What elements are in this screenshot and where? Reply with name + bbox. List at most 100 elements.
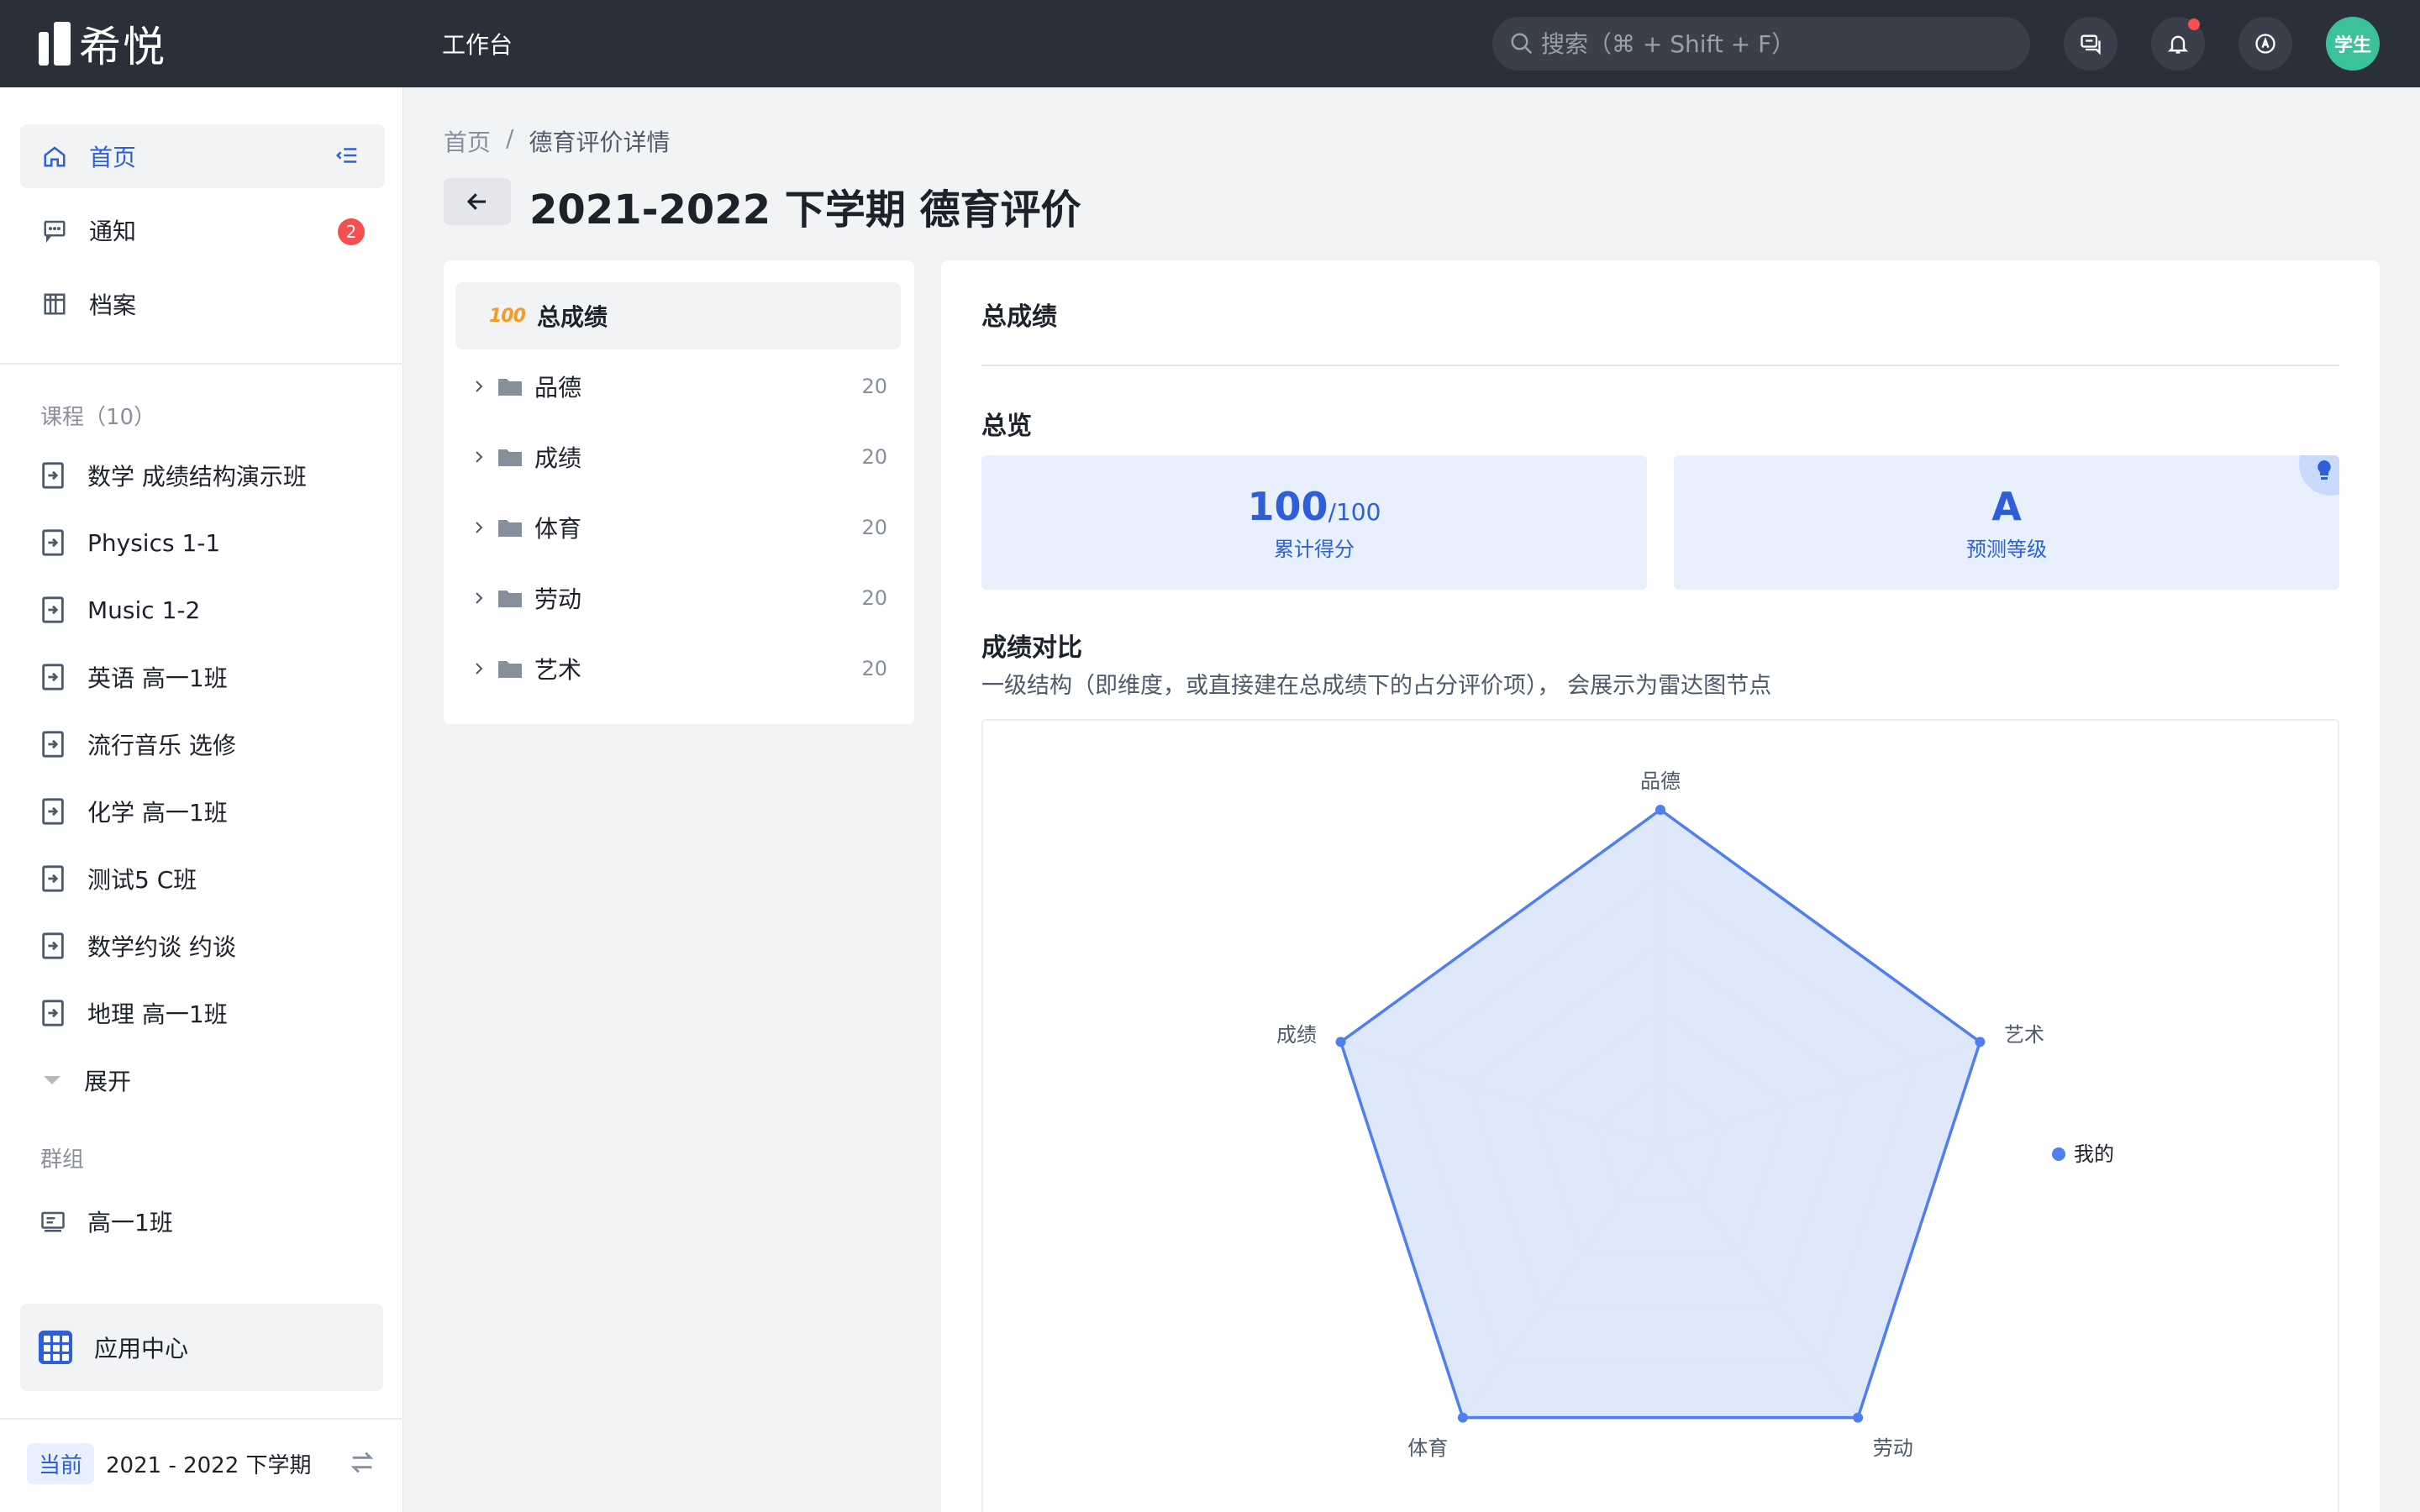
expand-courses-button[interactable]: 展开 [44, 1060, 131, 1100]
legend-label[interactable]: 我的 [2074, 1142, 2114, 1166]
radar-chart-container: 品德 艺术 劳动 体育 成绩 我的 [981, 719, 2339, 1512]
content-panel: 总成绩 总览 100/100 累计得分 A 预测等级 成绩对比 一级结构（即维度… [941, 260, 2380, 1512]
app-store-button[interactable] [2238, 17, 2292, 71]
tree-item-label: 劳动 [534, 585, 582, 613]
chevron-right-icon[interactable] [469, 659, 489, 679]
courses-section-title: 课程（10） [40, 405, 156, 430]
tree-item-count: 20 [861, 516, 887, 539]
group-item[interactable]: 高一1班 [40, 1196, 173, 1247]
score-value: 100 [1247, 484, 1328, 529]
notice-count-badge: 2 [338, 218, 365, 245]
course-item[interactable]: Physics 1-1 [40, 517, 220, 568]
tree-item[interactable]: 体育 20 [455, 494, 901, 561]
radar-indicator-label: 体育 [1407, 1436, 1448, 1460]
course-item[interactable]: 地理 高一1班 [40, 988, 228, 1038]
radar-data-point[interactable] [1655, 805, 1665, 815]
course-item[interactable]: 测试5 C班 [40, 853, 197, 904]
radar-data-point[interactable] [1457, 1412, 1468, 1423]
course-name: 数学约谈 约谈 [87, 933, 236, 961]
chat-button[interactable] [2064, 17, 2118, 71]
course-name: 流行音乐 选修 [87, 732, 236, 759]
app-center-button[interactable]: 应用中心 [20, 1304, 383, 1391]
tree-item-label: 成绩 [534, 444, 582, 472]
collapse-sidebar-icon[interactable] [334, 143, 360, 174]
sidebar-item-label: 首页 [89, 144, 137, 171]
grade-label: 预测等级 [1966, 538, 2047, 561]
app-center-label: 应用中心 [94, 1335, 189, 1362]
brand-name: 希悦 [79, 23, 166, 71]
sidebar-item-notice[interactable]: 通知 2 [20, 198, 385, 262]
tree-item-label: 体育 [534, 515, 582, 543]
course-book-icon [42, 798, 64, 825]
bell-icon [2167, 35, 2189, 54]
breadcrumb: 首页 / 德育评价详情 [444, 124, 670, 158]
course-book-icon [42, 596, 64, 623]
course-item[interactable]: 数学约谈 约谈 [40, 921, 236, 971]
top-bar: 希悦 工作台 学生 [0, 0, 2420, 87]
course-book-icon [42, 731, 64, 758]
course-name: 化学 高一1班 [87, 799, 228, 827]
lightbulb-icon [2317, 460, 2331, 480]
course-book-icon [42, 932, 64, 959]
course-book-icon [42, 462, 64, 489]
brand-logo[interactable]: 希悦 [39, 20, 166, 71]
app-grid-icon [39, 1331, 72, 1364]
chat-icon [2081, 34, 2101, 55]
nav-workbench[interactable]: 工作台 [442, 27, 513, 60]
sidebar-item-home[interactable]: 首页 [20, 124, 385, 188]
back-button[interactable] [444, 178, 511, 225]
folder-icon [498, 520, 522, 537]
tree-item[interactable]: 劳动 20 [455, 564, 901, 632]
tree-item-label: 艺术 [534, 656, 582, 684]
groups-section-title: 群组 [40, 1147, 85, 1173]
notification-dot [2188, 18, 2200, 30]
course-item[interactable]: Music 1-2 [40, 585, 200, 635]
tree-item-label: 总成绩 [536, 303, 608, 331]
folder-icon [498, 449, 522, 466]
folder-icon [498, 379, 522, 396]
folder-icon [498, 591, 522, 607]
expand-label: 展开 [84, 1068, 132, 1095]
search-input[interactable] [1541, 29, 2012, 58]
breadcrumb-home[interactable]: 首页 [444, 124, 491, 158]
content-header: 总成绩 [981, 302, 1057, 332]
course-item[interactable]: 数学 成绩结构演示班 [40, 450, 307, 501]
radar-indicator-label: 艺术 [2004, 1023, 2044, 1047]
header-divider [981, 365, 2339, 366]
chevron-right-icon[interactable] [469, 376, 489, 396]
hundred-points-icon: 100 [489, 305, 526, 327]
chevron-right-icon[interactable] [469, 517, 489, 538]
sidebar-item-label: 档案 [89, 291, 137, 319]
radar-chart: 品德艺术劳动 体育 成绩我的 [1276, 769, 2114, 1460]
caret-down-icon [44, 1076, 60, 1084]
course-item[interactable]: 化学 高一1班 [40, 786, 228, 837]
course-name: 测试5 C班 [87, 866, 197, 894]
course-name: 地理 高一1班 [87, 1000, 228, 1028]
legend-marker[interactable] [2052, 1147, 2065, 1161]
switch-term-icon[interactable] [348, 1448, 376, 1480]
current-term: 当前 2021 - 2022 下学期 [27, 1443, 312, 1484]
course-book-icon [42, 1000, 64, 1026]
global-search[interactable] [1492, 17, 2030, 71]
tree-item[interactable]: 品德 20 [455, 353, 901, 420]
chevron-right-icon[interactable] [469, 588, 489, 608]
avatar[interactable]: 学生 [2326, 17, 2380, 71]
tree-item[interactable]: 艺术 20 [455, 635, 901, 702]
tree-item-total[interactable]: 100 总成绩 [455, 282, 901, 349]
breadcrumb-separator: / [506, 124, 514, 152]
tree-item[interactable]: 成绩 20 [455, 423, 901, 491]
logo-mark-icon [39, 22, 71, 66]
sidebar-divider [0, 1418, 403, 1420]
score-label: 累计得分 [1274, 538, 1355, 561]
course-item[interactable]: 流行音乐 选修 [40, 719, 236, 769]
home-icon [40, 142, 69, 171]
chevron-right-icon[interactable] [469, 447, 489, 467]
notification-button[interactable] [2151, 17, 2205, 71]
radar-data-point[interactable] [1853, 1412, 1864, 1423]
sidebar-item-archive[interactable]: 档案 [20, 272, 385, 336]
radar-data-point[interactable] [1335, 1037, 1346, 1047]
tree-item-count: 20 [861, 657, 887, 680]
radar-data-point[interactable] [1975, 1037, 1986, 1047]
arrow-left-icon [466, 193, 486, 210]
course-item[interactable]: 英语 高一1班 [40, 652, 228, 702]
